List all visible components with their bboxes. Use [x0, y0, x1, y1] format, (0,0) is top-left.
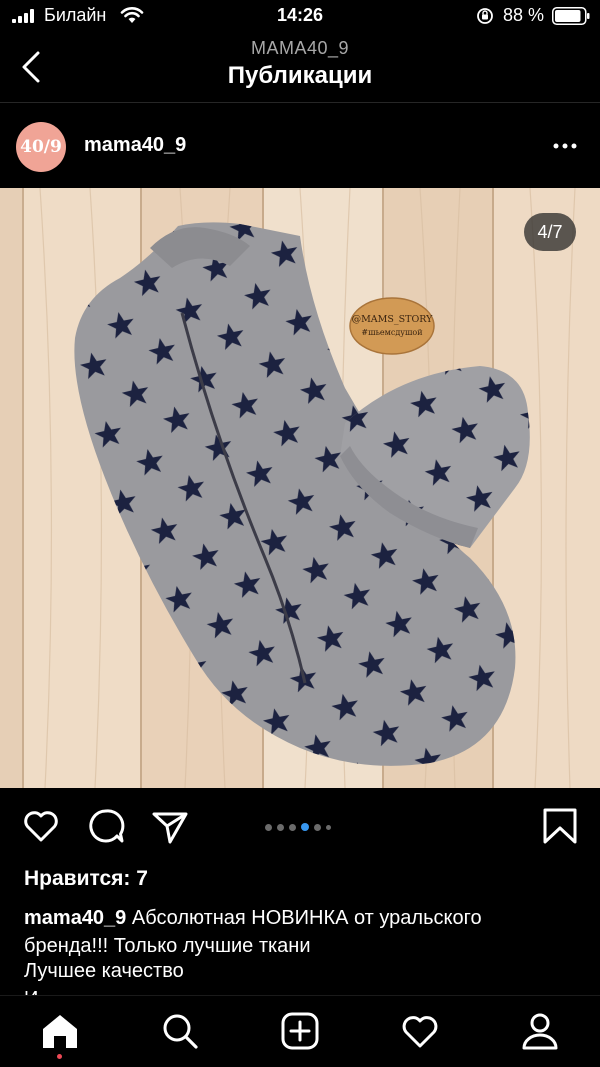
wood-sign: @MAMS_STORY #шьемсдушой [349, 297, 435, 355]
post-caption: mama40_9 Абсолютная НОВИНКА от уральског… [24, 904, 584, 960]
carousel-dot [326, 824, 331, 830]
carousel-dot [289, 823, 296, 831]
like-heart-icon[interactable] [21, 806, 61, 846]
caption-username[interactable]: mama40_9 [24, 907, 126, 929]
swaddle-photo: @MAMS_STORY #шьемсдушой [0, 188, 600, 788]
caption-text-2: бренда!!! Только лучшие ткани [24, 935, 311, 957]
orientation-lock-icon [477, 8, 493, 24]
header-divider [0, 102, 600, 103]
post-username[interactable]: mama40_9 [84, 134, 186, 157]
profile-icon[interactable] [520, 1011, 560, 1051]
image-counter: 4/7 [524, 213, 576, 251]
battery-icon [552, 7, 590, 25]
add-post-icon[interactable] [280, 1011, 320, 1051]
caption-text-3: Лучшее качество [24, 960, 184, 982]
battery-percent: 88 % [503, 5, 545, 25]
likes-count[interactable]: Нравится: 7 [24, 867, 148, 891]
notification-dot [57, 1054, 62, 1059]
nav-subtitle: MAMA40_9 [250, 38, 350, 58]
bookmark-save-icon[interactable] [540, 806, 580, 846]
more-options-icon[interactable] [552, 136, 578, 156]
home-icon[interactable] [40, 1011, 80, 1051]
carousel-dot-active [301, 823, 309, 831]
status-bar: Билайн 14:26 88 % [0, 0, 600, 34]
post-image[interactable]: @MAMS_STORY #шьемсдушой [0, 188, 600, 788]
carousel-dot [265, 823, 272, 831]
wood-sign-text-1: @MAMS_STORY [352, 314, 434, 325]
wood-sign-text-2: #шьемсдушой [361, 328, 422, 337]
comment-icon[interactable] [86, 806, 126, 846]
carousel-indicator [265, 823, 331, 831]
avatar[interactable]: 40/9 [16, 122, 66, 172]
carousel-dot [314, 823, 321, 831]
activity-heart-icon[interactable] [400, 1011, 440, 1051]
search-icon[interactable] [160, 1011, 200, 1051]
page-title: Публикации [227, 62, 373, 89]
avatar-text: 40/9 [20, 137, 62, 157]
share-send-icon[interactable] [150, 806, 190, 846]
carousel-dot [277, 823, 284, 831]
caption-text-1: Абсолютная НОВИНКА от уральского [126, 907, 482, 929]
